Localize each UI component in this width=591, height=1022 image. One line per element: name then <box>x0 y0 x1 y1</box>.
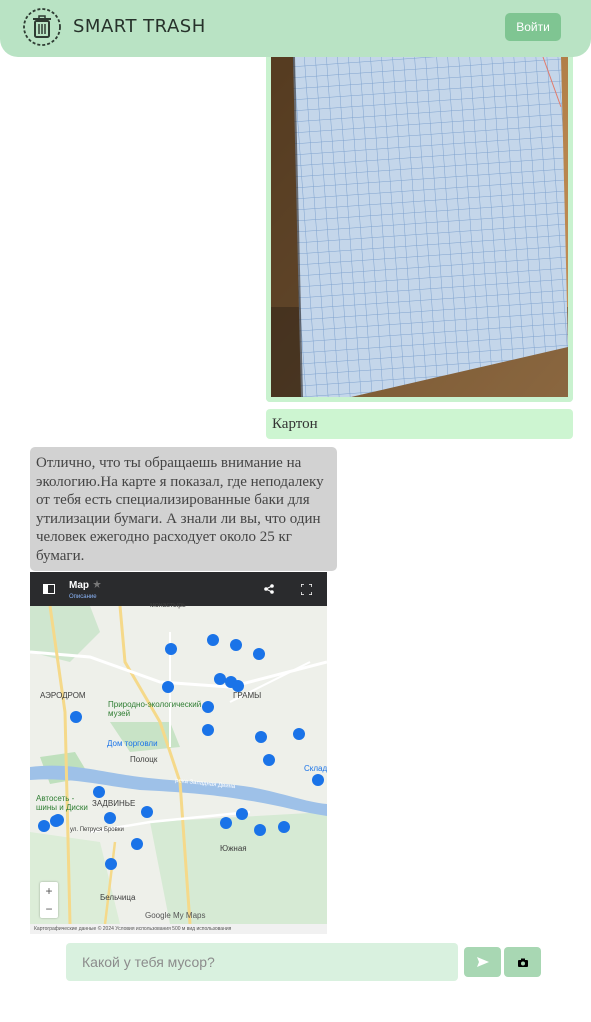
map-label-zadvinye: ЗАДВИНЬЕ <box>92 799 136 808</box>
fullscreen-icon[interactable] <box>301 584 312 595</box>
map-label-polotsk: Полоцк <box>130 755 158 764</box>
trash-can-icon <box>23 8 61 46</box>
map-label-monastery: монастырь <box>150 602 186 609</box>
uploaded-photo-frame <box>266 57 573 402</box>
camera-icon <box>517 958 528 967</box>
message-input[interactable] <box>66 943 458 981</box>
map-label-grams: ГРАМЫ <box>233 691 262 700</box>
map-zoom-control: + − <box>40 882 58 918</box>
map-footer: Картографические данные © 2024 Условия и… <box>30 924 327 934</box>
map-canvas <box>30 572 327 924</box>
recycling-map[interactable]: Map Описание монастырь АЭРОДРОМ Природно… <box>30 572 327 934</box>
user-message: Картон <box>266 409 573 439</box>
bot-message: Отлично, что ты обращаешь внимание на эк… <box>30 447 337 571</box>
message-input-wrapper <box>66 943 458 981</box>
map-label-yuzhnaya: Южная <box>220 844 247 853</box>
star-icon[interactable] <box>93 580 101 588</box>
login-button[interactable]: Войти <box>505 13 561 41</box>
map-label-auto: Автосеть - шины и Диски <box>36 794 88 812</box>
map-label-belchitsa: Бельчица <box>100 893 136 902</box>
brand-title: SMART TRASH <box>73 16 206 37</box>
share-icon[interactable] <box>264 584 274 594</box>
app-header: SMART TRASH Войти <box>0 0 591 57</box>
map-label-museum: Природно-экологический музей <box>108 700 202 718</box>
camera-button[interactable] <box>504 947 541 977</box>
uploaded-photo <box>271 57 568 397</box>
map-brand: Google My Maps <box>145 911 206 920</box>
map-label-trade-house: Дом торговли <box>107 739 158 748</box>
map-label-sklad: Склад <box>304 764 327 773</box>
zoom-in-button[interactable]: + <box>40 882 58 900</box>
map-description-link[interactable]: Описание <box>69 594 97 600</box>
map-label-street: ул. Петруся Бровки <box>70 827 124 833</box>
send-icon <box>476 956 489 967</box>
map-toolbar: Map Описание <box>30 572 327 606</box>
zoom-out-button[interactable]: − <box>40 900 58 918</box>
send-button[interactable] <box>464 947 501 977</box>
map-label-airport: АЭРОДРОМ <box>40 691 86 700</box>
sidebar-toggle-icon[interactable] <box>43 584 55 594</box>
map-title: Map <box>69 580 89 591</box>
